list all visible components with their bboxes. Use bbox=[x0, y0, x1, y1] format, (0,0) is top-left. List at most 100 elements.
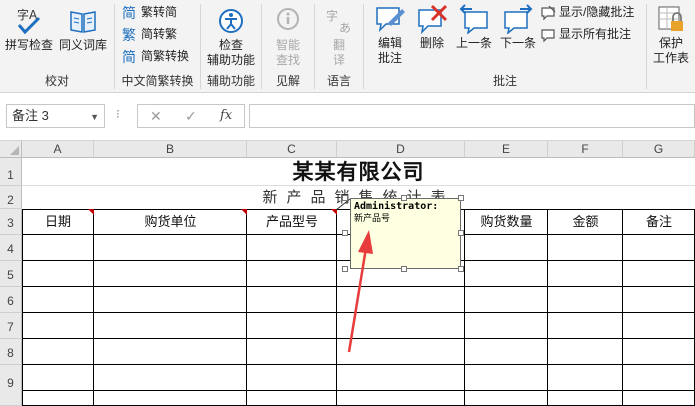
comment-text[interactable]: 新产品号 bbox=[354, 213, 457, 226]
row-header-6[interactable]: 6 bbox=[0, 287, 22, 313]
table-cell[interactable] bbox=[22, 235, 94, 261]
next-comment-button[interactable]: 下一条 bbox=[496, 4, 540, 51]
previous-comment-button[interactable]: 上一条 bbox=[452, 4, 496, 51]
table-cell[interactable] bbox=[337, 365, 465, 391]
table-cell[interactable] bbox=[548, 391, 623, 406]
header-cell-date[interactable]: 日期 bbox=[22, 209, 94, 235]
column-header-g[interactable]: G bbox=[623, 141, 695, 158]
table-cell[interactable] bbox=[247, 261, 337, 287]
row-header-1[interactable]: 1 bbox=[0, 158, 22, 186]
select-all-corner[interactable] bbox=[0, 141, 22, 158]
table-cell[interactable] bbox=[623, 339, 695, 365]
table-cell[interactable] bbox=[548, 339, 623, 365]
show-hide-comment-button[interactable]: 显示/隐藏批注 bbox=[540, 2, 634, 22]
formula-input[interactable] bbox=[249, 104, 695, 128]
header-cell-amount[interactable]: 金额 bbox=[548, 209, 623, 235]
column-header-d[interactable]: D bbox=[337, 141, 465, 158]
table-cell[interactable] bbox=[623, 287, 695, 313]
spell-check-button[interactable]: 字A 拼写检查 bbox=[4, 6, 54, 53]
column-header-f[interactable]: F bbox=[548, 141, 623, 158]
table-cell[interactable] bbox=[247, 235, 337, 261]
cancel-icon[interactable]: ✕ bbox=[150, 108, 162, 125]
header-cell-model[interactable]: 产品型号 bbox=[247, 209, 337, 235]
resize-handle[interactable] bbox=[401, 266, 407, 272]
show-all-comments-button[interactable]: 显示所有批注 bbox=[540, 24, 631, 44]
table-cell[interactable] bbox=[548, 313, 623, 339]
insert-function-icon[interactable]: fx bbox=[220, 108, 232, 123]
table-cell[interactable] bbox=[548, 365, 623, 391]
header-cell-remarks[interactable]: 备注 bbox=[623, 209, 695, 235]
table-cell[interactable] bbox=[247, 287, 337, 313]
table-cell[interactable] bbox=[22, 261, 94, 287]
table-cell[interactable] bbox=[247, 365, 337, 391]
resize-handle[interactable] bbox=[458, 195, 464, 201]
header-cell-buyer[interactable]: 购货单位 bbox=[94, 209, 247, 235]
table-cell[interactable] bbox=[94, 287, 247, 313]
table-cell[interactable] bbox=[247, 313, 337, 339]
table-cell[interactable] bbox=[22, 365, 94, 391]
simplified-to-traditional-button[interactable]: 繁简转繁 bbox=[122, 24, 177, 44]
resize-handle[interactable] bbox=[458, 266, 464, 272]
table-cell[interactable] bbox=[623, 261, 695, 287]
table-cell[interactable] bbox=[94, 235, 247, 261]
table-cell[interactable] bbox=[548, 261, 623, 287]
svg-text:字: 字 bbox=[326, 8, 338, 23]
table-cell[interactable] bbox=[22, 391, 94, 406]
table-cell[interactable] bbox=[22, 339, 94, 365]
resize-handle[interactable] bbox=[342, 195, 348, 201]
row-header-2[interactable]: 2 bbox=[0, 186, 22, 209]
table-cell[interactable] bbox=[94, 339, 247, 365]
table-cell[interactable] bbox=[548, 287, 623, 313]
table-cell[interactable] bbox=[94, 261, 247, 287]
resize-handle[interactable] bbox=[401, 195, 407, 201]
column-header-c[interactable]: C bbox=[247, 141, 337, 158]
row-header-4[interactable]: 4 bbox=[0, 235, 22, 261]
row-header-9[interactable]: 9 bbox=[0, 365, 22, 406]
table-cell[interactable] bbox=[337, 391, 465, 406]
smart-lookup-button[interactable]: 智能 查找 bbox=[266, 6, 310, 68]
resize-handle[interactable] bbox=[458, 230, 464, 236]
lock-sheet-icon bbox=[658, 6, 683, 31]
name-box[interactable]: 备注 3 ▼ bbox=[6, 104, 105, 128]
table-cell[interactable] bbox=[623, 313, 695, 339]
translate-button[interactable]: 字 あ 翻 译 bbox=[319, 6, 359, 68]
delete-comment-button[interactable]: 删除 bbox=[414, 4, 450, 51]
table-cell[interactable] bbox=[94, 391, 247, 406]
row-header-5[interactable]: 5 bbox=[0, 261, 22, 287]
table-cell[interactable] bbox=[623, 391, 695, 406]
row-header-3[interactable]: 3 bbox=[0, 209, 22, 235]
table-cell[interactable] bbox=[22, 287, 94, 313]
column-header-a[interactable]: A bbox=[22, 141, 94, 158]
check-accessibility-button[interactable]: 检查 辅助功能 bbox=[205, 6, 257, 68]
drag-handle-icon[interactable]: ⁝ bbox=[116, 107, 120, 121]
table-cell[interactable] bbox=[465, 339, 548, 365]
row-header-8[interactable]: 8 bbox=[0, 339, 22, 365]
table-cell[interactable] bbox=[465, 391, 548, 406]
table-cell[interactable] bbox=[465, 261, 548, 287]
table-cell[interactable] bbox=[465, 287, 548, 313]
table-cell[interactable] bbox=[94, 313, 247, 339]
convert-button[interactable]: 简简繁转换 bbox=[122, 46, 189, 66]
thesaurus-button[interactable]: 同义词库 bbox=[58, 6, 108, 53]
table-cell[interactable] bbox=[623, 365, 695, 391]
column-header-e[interactable]: E bbox=[465, 141, 548, 158]
traditional-to-simplified-button[interactable]: 简繁转简 bbox=[122, 2, 177, 22]
table-cell[interactable] bbox=[465, 365, 548, 391]
enter-icon[interactable]: ✓ bbox=[185, 108, 197, 125]
table-cell[interactable] bbox=[548, 235, 623, 261]
table-cell[interactable] bbox=[94, 365, 247, 391]
header-cell-quantity[interactable]: 购货数量 bbox=[465, 209, 548, 235]
column-header-b[interactable]: B bbox=[94, 141, 247, 158]
table-cell[interactable] bbox=[623, 235, 695, 261]
chevron-down-icon[interactable]: ▼ bbox=[90, 106, 99, 128]
table-cell[interactable] bbox=[465, 235, 548, 261]
edit-comment-button[interactable]: 编辑 批注 bbox=[368, 4, 412, 66]
protect-sheet-button[interactable]: 保护 工作表 bbox=[649, 4, 693, 66]
table-cell[interactable] bbox=[247, 339, 337, 365]
table-cell[interactable] bbox=[465, 313, 548, 339]
check-accessibility-label-1: 检查 bbox=[218, 38, 243, 52]
row-header-7[interactable]: 7 bbox=[0, 313, 22, 339]
sheet-title[interactable]: 某某有限公司 bbox=[22, 158, 695, 186]
table-cell[interactable] bbox=[247, 391, 337, 406]
table-cell[interactable] bbox=[22, 313, 94, 339]
